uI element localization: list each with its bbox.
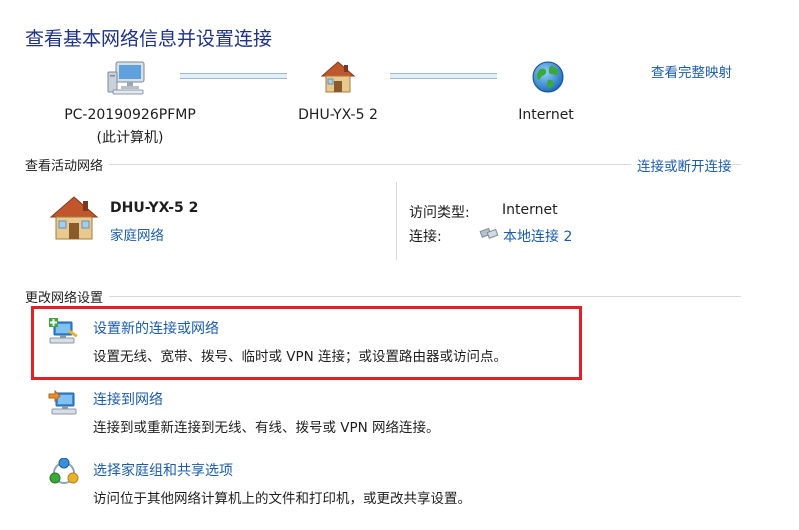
active-networks-heading: 查看活动网络 bbox=[25, 155, 110, 174]
connection-label: 连接: bbox=[409, 229, 442, 245]
connect-to-network-link[interactable]: 连接到网络 bbox=[93, 389, 163, 409]
local-connection-link[interactable]: 本地连接 2 bbox=[503, 226, 572, 246]
pc-name-label: PC-20190926PFMP bbox=[64, 107, 196, 123]
see-full-map-link[interactable]: 查看完整映射 bbox=[651, 61, 732, 81]
connection-line-pc-router bbox=[180, 73, 287, 79]
router-name-label: DHU-YX-5 2 bbox=[298, 107, 378, 123]
active-network-divider bbox=[396, 182, 397, 260]
computer-icon bbox=[107, 60, 147, 96]
network-type-link[interactable]: 家庭网络 bbox=[110, 224, 164, 244]
page-title: 查看基本网络信息并设置连接 bbox=[25, 28, 273, 50]
connect-network-icon bbox=[48, 387, 80, 417]
setup-new-connection-desc: 设置无线、宽带、拨号、临时或 VPN 连接；或设置路由器或访问点。 bbox=[93, 349, 508, 365]
homegroup-icon bbox=[48, 458, 80, 488]
homegroup-sharing-link[interactable]: 选择家庭组和共享选项 bbox=[93, 460, 233, 480]
homegroup-sharing-desc: 访问位于其他网络计算机上的文件和打印机，或更改共享设置。 bbox=[93, 491, 471, 507]
active-network-name: DHU-YX-5 2 bbox=[110, 200, 199, 216]
change-settings-heading: 更改网络设置 bbox=[25, 287, 110, 306]
house-icon bbox=[320, 60, 356, 94]
change-settings-divider bbox=[25, 296, 741, 297]
connect-to-network-desc: 连接到或重新连接到无线、有线、拨号或 VPN 网络连接。 bbox=[93, 420, 440, 436]
globe-icon bbox=[531, 60, 565, 94]
network-house-icon bbox=[49, 195, 99, 241]
setup-new-connection-link[interactable]: 设置新的连接或网络 bbox=[93, 318, 219, 338]
connection-line-router-internet bbox=[390, 73, 497, 79]
new-connection-icon bbox=[48, 316, 80, 346]
this-computer-label: (此计算机) bbox=[96, 130, 164, 146]
connect-disconnect-link[interactable]: 连接或断开连接 bbox=[631, 155, 732, 175]
internet-label: Internet bbox=[518, 107, 574, 123]
access-type-value: Internet bbox=[502, 202, 558, 218]
ethernet-icon bbox=[479, 226, 499, 240]
access-type-label: 访问类型: bbox=[409, 205, 470, 221]
